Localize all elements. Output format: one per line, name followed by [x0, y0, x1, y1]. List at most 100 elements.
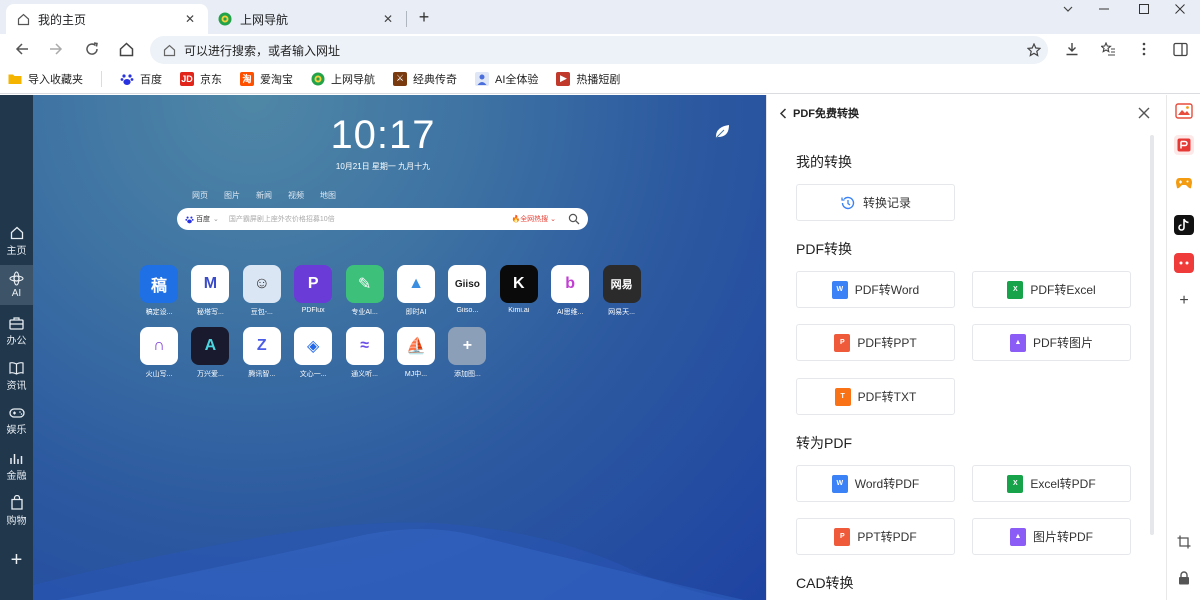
close-icon[interactable]	[1136, 105, 1152, 121]
lock-icon[interactable]	[1174, 568, 1194, 588]
download-icon[interactable]	[1060, 37, 1084, 61]
address-bar[interactable]: 可以进行搜索，或者输入网址	[150, 36, 1048, 64]
gallery-icon[interactable]	[1174, 101, 1194, 121]
sidebar-item-entertainment[interactable]: 娱乐	[0, 401, 33, 441]
search-tab-map[interactable]: 地图	[320, 190, 336, 201]
hot-search-label: 全网热搜	[520, 216, 549, 223]
back-button[interactable]	[10, 37, 34, 61]
search-engine-selector[interactable]: 百度 ⌄	[185, 214, 219, 224]
pdf-to-excel-button[interactable]: X PDF转Excel	[972, 271, 1131, 308]
app-icon: ≈	[345, 327, 384, 365]
back-chevron-icon[interactable]	[779, 107, 787, 119]
sidebar-add-button[interactable]: +	[0, 540, 33, 580]
sidebar-item-finance[interactable]: 金融	[0, 446, 33, 486]
app-icon: ∩	[140, 327, 178, 365]
add-icon[interactable]: +	[1174, 291, 1194, 311]
pdf-convert-icon[interactable]	[1174, 135, 1194, 155]
search-tab-images[interactable]: 图片	[224, 190, 240, 201]
close-tab-icon[interactable]: ✕	[380, 11, 396, 27]
app-shortcut[interactable]: Z 腾讯智...	[236, 327, 288, 379]
excel-to-pdf-button[interactable]: X Excel转PDF	[972, 465, 1131, 502]
minimize-button[interactable]	[1084, 0, 1124, 18]
sidebar-item-office[interactable]: 办公	[0, 311, 33, 351]
bookmark-baidu[interactable]: 百度	[120, 71, 162, 87]
image-to-pdf-button[interactable]: ▲ 图片转PDF	[972, 518, 1131, 555]
app-shortcut[interactable]: ▲ 即时AI	[390, 265, 442, 317]
search-tab-video[interactable]: 视频	[288, 190, 304, 201]
app-shortcut[interactable]: ⛵ MJ中...	[390, 327, 442, 379]
app-shortcut[interactable]: P PDFlux	[287, 265, 339, 314]
search-box[interactable]: 百度 ⌄ 国产霸屏剧上座外农价格招募10倍 🔥全网热搜 ⌄	[177, 208, 588, 230]
chevron-down-icon: ⌄	[548, 216, 556, 223]
search-icon[interactable]	[568, 213, 580, 225]
forward-button[interactable]	[44, 37, 68, 61]
side-panel-toggle-icon[interactable]	[1168, 37, 1192, 61]
tab-web-navigation[interactable]: 上网导航 ✕	[208, 4, 406, 34]
bookmark-taobao[interactable]: 淘 爱淘宝	[240, 71, 293, 87]
bookmark-ai-experience[interactable]: AI全体验	[475, 71, 538, 87]
bookmark-star-icon[interactable]	[1020, 43, 1048, 57]
more-menu-icon[interactable]	[1132, 37, 1156, 61]
address-placeholder: 可以进行搜索，或者输入网址	[184, 43, 341, 58]
search-tab-web[interactable]: 网页	[192, 190, 208, 201]
app-shortcut[interactable]: ≈ 通义听...	[339, 327, 391, 379]
app-icon: ◈	[294, 327, 333, 365]
conversion-history-button[interactable]: 转换记录	[796, 184, 955, 221]
image-file-icon: ▲	[1009, 333, 1026, 352]
word-to-pdf-button[interactable]: W Word转PDF	[796, 465, 955, 502]
leaf-icon[interactable]	[713, 123, 731, 144]
app-shortcut[interactable]: A 万兴爱...	[184, 327, 236, 379]
bookmark-import[interactable]: 导入收藏夹	[8, 71, 83, 87]
app-label: 豆包-...	[250, 309, 273, 316]
pdf-to-txt-button[interactable]: T PDF转TXT	[796, 378, 955, 415]
new-tab-button[interactable]: +	[414, 7, 434, 27]
sidebar-item-label: AI	[11, 288, 22, 299]
app-shortcut[interactable]: ◈ 文心一...	[287, 327, 339, 379]
pdf-to-image-button[interactable]: ▲ PDF转图片	[972, 324, 1131, 361]
sidebar-item-news[interactable]: 资讯	[0, 356, 33, 396]
app-shortcut[interactable]: ✎ 专业AI...	[339, 265, 391, 317]
button-label: PDF转TXT	[857, 390, 917, 404]
sidebar-item-home[interactable]: 主页	[0, 221, 33, 261]
tab-search-chevron-icon[interactable]	[1048, 0, 1088, 18]
douyin-icon[interactable]	[1174, 215, 1194, 235]
app-shortcut[interactable]: ∩ 火山写...	[133, 327, 185, 379]
close-tab-icon[interactable]: ✕	[182, 11, 198, 27]
app-shortcut[interactable]: Giiso Giiso...	[441, 265, 493, 314]
reload-button[interactable]	[80, 37, 104, 61]
maximize-button[interactable]	[1124, 0, 1164, 18]
app-shortcut[interactable]: M 秘塔写...	[184, 265, 236, 317]
app-shortcut[interactable]: 稿稿定设...	[133, 265, 185, 317]
favorites-list-icon[interactable]	[1096, 37, 1120, 61]
ppt-to-pdf-button[interactable]: P PPT转PDF	[796, 518, 955, 555]
red-app-icon[interactable]	[1174, 253, 1194, 273]
game-controller-icon[interactable]	[1174, 173, 1194, 193]
baidu-icon	[185, 216, 194, 223]
bookmark-jd[interactable]: JD 京东	[180, 71, 222, 87]
app-shortcut[interactable]: b AI思维...	[544, 265, 596, 317]
hot-search-button[interactable]: 🔥全网热搜 ⌄	[511, 214, 556, 224]
crop-icon[interactable]	[1174, 532, 1194, 552]
pdf-to-ppt-button[interactable]: P PDF转PPT	[796, 324, 955, 361]
app-shortcut[interactable]: + 添加图...	[441, 327, 493, 379]
close-window-button[interactable]	[1160, 0, 1200, 18]
sidebar-item-label: 娱乐	[6, 425, 27, 436]
pdf-to-word-button[interactable]: W PDF转Word	[796, 271, 955, 308]
bookmark-label: 热播短剧	[576, 73, 621, 86]
app-shortcut[interactable]: 网易 网易天...	[596, 265, 648, 317]
bookmark-classic-legend[interactable]: ⚔ 经典传奇	[393, 71, 457, 87]
search-tab-news[interactable]: 新闻	[256, 190, 272, 201]
bookmark-hot-drama[interactable]: ▶ 热播短剧	[556, 71, 620, 87]
tab-my-homepage[interactable]: 我的主页 ✕	[6, 4, 208, 34]
button-label: PPT转PDF	[857, 530, 917, 544]
sidebar-item-ai[interactable]: AI	[0, 265, 33, 305]
panel-scrollbar[interactable]	[1150, 135, 1154, 535]
excel-file-icon: X	[1007, 474, 1024, 493]
app-shortcut[interactable]: ☺ 豆包-...	[236, 265, 288, 317]
home-button[interactable]	[114, 37, 138, 61]
panel-header: PDF免费转换	[767, 95, 1166, 131]
bookmark-web-nav[interactable]: 上网导航	[311, 71, 375, 87]
app-shortcut[interactable]: K Kimi.ai	[493, 265, 545, 314]
baidu-icon	[120, 72, 134, 86]
sidebar-item-shopping[interactable]: 购物	[0, 491, 33, 531]
